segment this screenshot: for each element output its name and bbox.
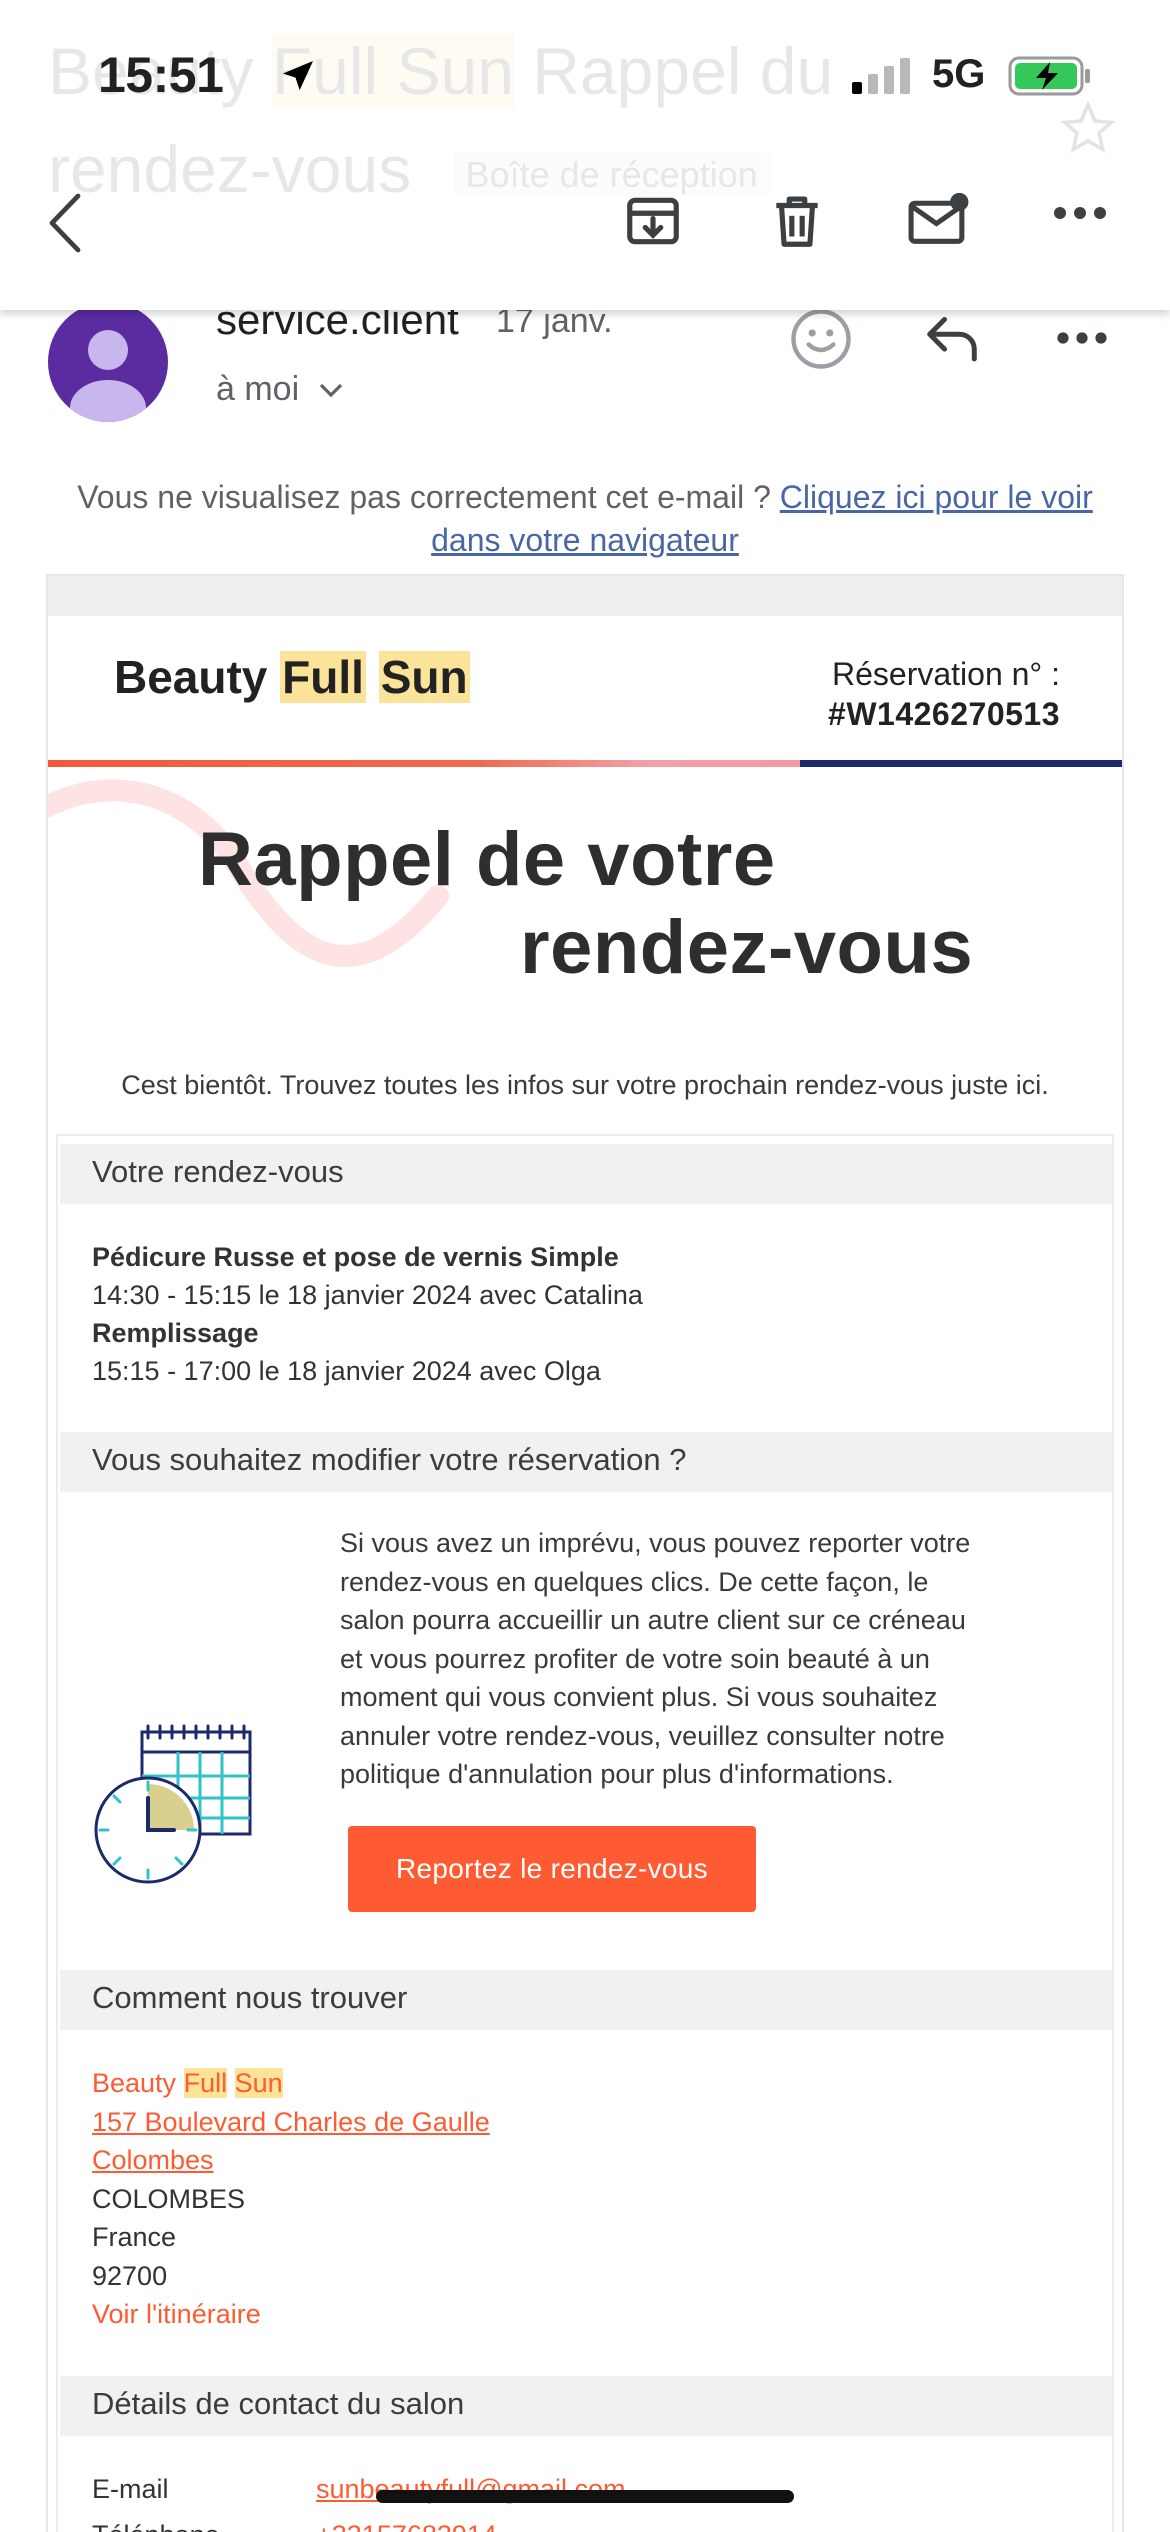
directions-link[interactable]: Voir l'itinéraire xyxy=(92,2295,490,2334)
salon-highlight: Full xyxy=(183,2068,228,2098)
brand-highlight: Sun xyxy=(378,651,470,703)
archive-icon[interactable] xyxy=(622,190,684,252)
brand-logo: Beauty Full Sun xyxy=(114,650,470,704)
city-link[interactable]: Colombes xyxy=(92,2141,490,2180)
reservation-number: #W1426270513 xyxy=(828,696,1060,732)
top-header: Beauty Full Sun Rappel du rendez-vous Bo… xyxy=(0,0,1170,310)
recipient-label: à moi xyxy=(216,370,300,408)
change-booking-text: Si vous avez un imprévu, vous pouvez rep… xyxy=(340,1524,1020,1794)
text-line: rendez-vous en quelques clics. De cette … xyxy=(340,1566,929,1597)
subject-word: Rappel du xyxy=(532,34,834,108)
salon-word: Beauty xyxy=(92,2068,177,2098)
avatar-person-icon xyxy=(70,330,146,422)
calendar-clock-icon xyxy=(94,1724,252,1884)
city: COLOMBES xyxy=(92,2183,246,2214)
battery-charging-icon xyxy=(1008,56,1090,96)
back-icon[interactable] xyxy=(42,190,90,256)
more-icon[interactable] xyxy=(1052,190,1108,236)
text-line: annuler votre rendez-vous, veuillez cons… xyxy=(340,1720,945,1751)
appointment-details: 15:15 - 17:00 le 18 janvier 2024 avec Ol… xyxy=(92,1356,601,1386)
phone-label: Téléphone xyxy=(92,2520,220,2532)
postcode: 92700 xyxy=(92,2260,168,2291)
phone-link[interactable]: +33157683914 xyxy=(316,2520,497,2532)
sender-avatar[interactable] xyxy=(48,302,168,422)
find-us-heading: Comment nous trouver xyxy=(60,1970,1112,2030)
location-arrow-icon xyxy=(283,61,313,91)
chevron-down-icon xyxy=(319,383,342,398)
delete-icon[interactable] xyxy=(766,190,828,252)
brand-highlight: Full xyxy=(280,651,366,703)
appointment-item: Pédicure Russe et pose de vernis Simple … xyxy=(92,1238,643,1314)
email-body: Beauty Full Sun Réservation n° : #W14262… xyxy=(46,574,1124,2532)
salon-address: Beauty Full Sun 157 Boulevard Charles de… xyxy=(92,2064,490,2334)
salon-name: Beauty Full Sun xyxy=(92,2064,490,2103)
reservation-info: Réservation n° : #W1426270513 xyxy=(828,654,1060,734)
recipient-toggle[interactable]: à moi xyxy=(216,370,345,409)
brand-word: Beauty xyxy=(114,651,268,703)
appointment-list: Pédicure Russe et pose de vernis Simple … xyxy=(92,1238,643,1390)
message-more-icon[interactable] xyxy=(1056,318,1108,358)
email-label: E-mail xyxy=(92,2474,169,2504)
change-booking-heading: Vous souhaitez modifier votre réservatio… xyxy=(60,1432,1112,1492)
cellular-signal-icon xyxy=(852,58,910,94)
text-line: moment qui vous convient plus. Si vous s… xyxy=(340,1682,938,1712)
hero-title-line1: Rappel de votre xyxy=(198,817,776,902)
reply-icon[interactable] xyxy=(922,312,982,364)
appointment-heading: Votre rendez-vous xyxy=(60,1144,1112,1204)
appointment-service: Remplissage xyxy=(92,1318,259,1348)
view-in-browser-link[interactable]: Cliquez ici pour le voir xyxy=(780,479,1093,515)
reschedule-button[interactable]: Reportez le rendez-vous xyxy=(348,1826,756,1912)
street-link[interactable]: 157 Boulevard Charles de Gaulle xyxy=(92,2103,490,2142)
salon-highlight: Sun xyxy=(234,2068,283,2098)
status-time: 15:51 xyxy=(98,47,224,103)
view-in-browser-link-cont[interactable]: dans votre navigateur xyxy=(431,522,739,558)
tagline: Cest bientôt. Trouvez toutes les infos s… xyxy=(121,1070,1049,1100)
preheader-text: Vous ne visualisez pas correctement cet … xyxy=(77,479,780,515)
hero-title-line2: rendez-vous xyxy=(520,905,974,990)
text-line: salon pourra accueillir un autre client … xyxy=(340,1605,966,1635)
network-type: 5G xyxy=(932,52,986,96)
reservation-label: Réservation n° : xyxy=(831,656,1060,692)
country: France xyxy=(92,2222,177,2252)
text-line: politique d'annulation pour plus d'infor… xyxy=(340,1759,894,1789)
appointment-service: Pédicure Russe et pose de vernis Simple xyxy=(92,1242,619,1272)
appointment-details: 14:30 - 15:15 le 18 janvier 2024 avec Ca… xyxy=(92,1280,643,1310)
emoji-reaction-icon[interactable] xyxy=(788,306,854,372)
contact-heading: Détails de contact du salon xyxy=(60,2376,1112,2436)
home-indicator[interactable] xyxy=(376,2490,794,2503)
subject-word: rendez-vous xyxy=(48,132,412,206)
mark-unread-icon[interactable] xyxy=(906,190,972,252)
text-line: et vous pourrez profiter de votre soin b… xyxy=(340,1643,930,1674)
star-icon xyxy=(1060,100,1116,154)
inbox-label: Boîte de réception xyxy=(453,151,770,197)
brand-stripe xyxy=(48,760,1122,767)
appointment-item: Remplissage 15:15 - 17:00 le 18 janvier … xyxy=(92,1314,643,1390)
preheader: Vous ne visualisez pas correctement cet … xyxy=(40,476,1130,562)
email-top-bar xyxy=(48,576,1122,616)
text-line: Si vous avez un imprévu, vous pouvez rep… xyxy=(340,1528,971,1558)
